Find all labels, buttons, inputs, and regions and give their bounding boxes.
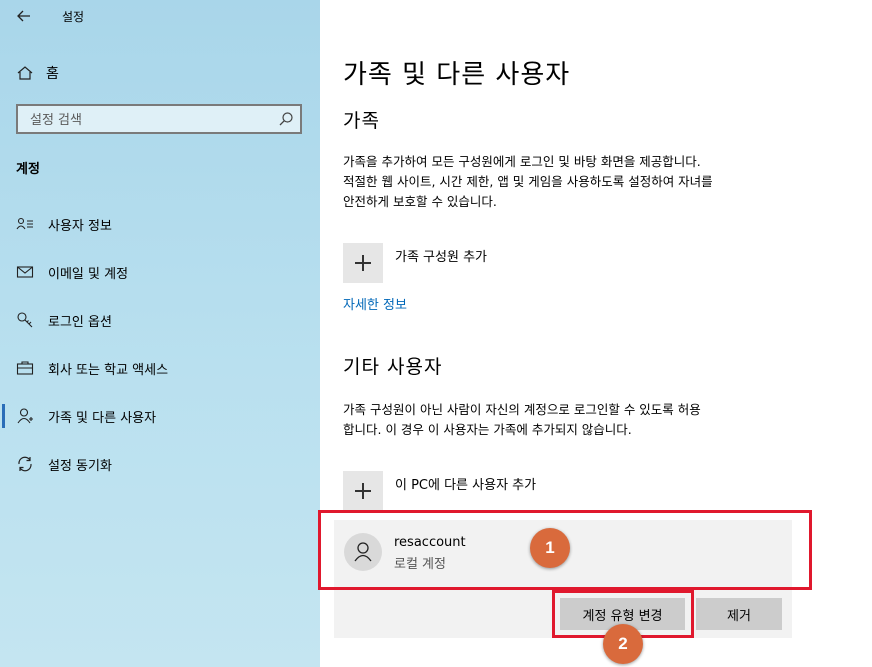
back-arrow-icon: [17, 10, 30, 22]
briefcase-icon: [16, 361, 34, 375]
sidebar-item-label: 가족 및 다른 사용자: [48, 411, 157, 426]
active-indicator: [2, 404, 5, 428]
sidebar-item-label: 회사 또는 학교 액세스: [48, 363, 169, 378]
app-title: 설정: [62, 10, 85, 24]
other-users-heading: 기타 사용자: [343, 356, 443, 378]
sidebar-item-family[interactable]: 가족 및 다른 사용자: [0, 404, 320, 428]
back-button[interactable]: [14, 6, 34, 26]
add-other-user-button[interactable]: 이 PC에 다른 사용자 추가: [343, 471, 536, 511]
add-family-member-button[interactable]: 가족 구성원 추가: [343, 243, 487, 283]
family-description-line: 가족을 추가하여 모든 구성원에게 로그인 및 바탕 화면을 제공합니다.: [343, 154, 701, 169]
section-title: 계정: [16, 162, 40, 177]
main-content: 가족 및 다른 사용자 가족 가족을 추가하여 모든 구성원에게 로그인 및 바…: [318, 0, 872, 667]
sidebar-item-user-info[interactable]: 사용자 정보: [0, 212, 320, 236]
search-input[interactable]: [28, 110, 272, 130]
family-heading: 가족: [343, 110, 380, 132]
family-description-line: 적절한 웹 사이트, 시간 제한, 앱 및 게임을 사용하도록 설정하여 자녀를: [343, 174, 713, 189]
family-description-line: 안전하게 보호할 수 있습니다.: [343, 194, 497, 209]
add-family-member-label: 가족 구성원 추가: [395, 249, 487, 265]
settings-search[interactable]: [16, 104, 302, 134]
key-icon: [17, 312, 33, 328]
step-badge-2: 2: [603, 624, 643, 664]
add-other-user-label: 이 PC에 다른 사용자 추가: [395, 477, 537, 493]
plus-icon: [343, 243, 383, 283]
other-users-description-line: 가족 구성원이 아닌 사람이 자신의 계정으로 로그인할 수 있도록 허용: [343, 402, 701, 417]
more-info-link[interactable]: 자세한 정보: [343, 294, 407, 313]
family-description: 가족을 추가하여 모든 구성원에게 로그인 및 바탕 화면을 제공합니다. 적절…: [343, 152, 793, 212]
sidebar-item-label: 로그인 옵션: [48, 315, 112, 330]
page-title: 가족 및 다른 사용자: [343, 60, 571, 90]
sidebar-item-sign-in-options[interactable]: 로그인 옵션: [0, 308, 320, 332]
sidebar-item-label: 설정 동기화: [48, 459, 112, 474]
search-icon[interactable]: [278, 111, 294, 127]
sidebar: 설정 홈 계정 사용자 정보 이메일 및 계정: [0, 0, 320, 667]
home-label: 홈: [46, 66, 59, 82]
home-icon: [17, 66, 33, 80]
sidebar-item-work-school[interactable]: 회사 또는 학교 액세스: [0, 356, 320, 380]
person-icon: [17, 408, 33, 424]
sidebar-item-label: 이메일 및 계정: [48, 267, 129, 282]
user-info-icon: [16, 217, 33, 230]
sidebar-item-label: 사용자 정보: [48, 219, 112, 234]
other-users-description: 가족 구성원이 아닌 사람이 자신의 계정으로 로그인할 수 있도록 허용 합니…: [343, 400, 793, 440]
sync-icon: [18, 456, 32, 472]
sidebar-item-email[interactable]: 이메일 및 계정: [0, 260, 320, 284]
step-badge-1: 1: [530, 528, 570, 568]
mail-icon: [16, 266, 34, 278]
sidebar-item-sync[interactable]: 설정 동기화: [0, 452, 320, 476]
plus-icon: [343, 471, 383, 511]
remove-button[interactable]: 제거: [696, 598, 782, 630]
other-users-description-line: 합니다. 이 경우 이 사용자는 가족에 추가되지 않습니다.: [343, 422, 632, 437]
title-bar: 설정: [0, 0, 320, 34]
home-link[interactable]: 홈: [16, 62, 59, 84]
